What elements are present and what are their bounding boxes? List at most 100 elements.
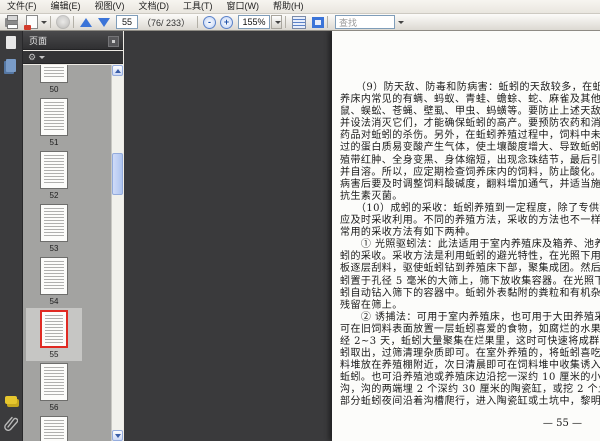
- thumbnail-text-lines: [45, 315, 63, 343]
- page-icon: [6, 36, 16, 49]
- thumbnail-text-lines: [44, 261, 64, 291]
- search-input[interactable]: 查找: [335, 15, 395, 29]
- panel-options-bar: ⚙: [23, 51, 123, 64]
- thumbnail-item[interactable]: 50: [26, 65, 82, 96]
- comments-panel-button[interactable]: [3, 392, 19, 408]
- text-line: 部分蚯蚓夜间沿着沟槽爬行，进入陶瓷缸或土坑中，黎明前: [340, 396, 600, 408]
- pdf-reader-window: 文件(F)编辑(E)视图(V)文档(D)工具(T)窗口(W)帮助(H) 55 （…: [0, 0, 600, 441]
- comments-icon: [5, 396, 17, 404]
- search-options-button[interactable]: [395, 15, 404, 29]
- text-line: （10）成蚓的采收：蚯蚓养殖到一定程度，除了专供繁殖，: [340, 203, 600, 215]
- next-page-icon: [98, 18, 110, 27]
- page-number-input[interactable]: 55: [116, 15, 138, 29]
- text-line: 蚓取出，过筛清理杂质即可。在室外养殖的，将蚯蚓喜吃的饲: [340, 348, 600, 360]
- pages-panel-header: 页面: [23, 31, 123, 50]
- zoom-level-input[interactable]: 155%: [238, 15, 270, 29]
- text-line: 残留在筛上。: [340, 300, 600, 312]
- text-line: 蚓置于孔径 5 毫米的大筛上，筛下放收集容器。在光照下，蚯: [340, 276, 600, 288]
- text-line: 鼠、蜈蚣、苍蝇、壁虱、甲虫、蚂蟥等。要防止上述天敌的侵袭，: [340, 106, 600, 118]
- gear-icon[interactable]: ⚙: [28, 53, 36, 62]
- chevron-down-icon: [39, 56, 45, 59]
- navigation-icon-strip: [0, 31, 23, 441]
- thumbnail-text-lines: [44, 367, 64, 397]
- page-text: （9）防天敌、防毒和防病害：蚯蚓的天敌较多，在蚯蚓饲养床内常见的有螨、蚂蚁、青蛙…: [332, 31, 600, 409]
- pages-panel-title: 页面: [29, 34, 47, 47]
- thumbnail-item[interactable]: 53: [26, 202, 82, 255]
- thumbnail-label: 50: [50, 85, 59, 94]
- toolbar-divider: [197, 16, 198, 28]
- scroll-up-button[interactable]: [112, 65, 123, 76]
- document-view[interactable]: （9）防天敌、防毒和防病害：蚯蚓的天敌较多，在蚯蚓饲养床内常见的有螨、蚂蚁、青蛙…: [124, 31, 600, 441]
- text-line: 过的蛋白质易变酸产生气体，使土壤酸度增大、导致蚯蚓的生: [340, 142, 600, 154]
- thumbnail-page-preview: [40, 98, 68, 136]
- text-line: 养床内常见的有螨、蚂蚁、青蛙、蟾蜍、蛇、麻雀及其他鸟类、: [340, 94, 600, 106]
- document-page: （9）防天敌、防毒和防病害：蚯蚓的天敌较多，在蚯蚓饲养床内常见的有螨、蚂蚁、青蛙…: [332, 31, 600, 441]
- thumbnail-text-lines: [44, 155, 64, 185]
- thumbnail-label: 52: [50, 191, 59, 200]
- scroll-down-icon: [115, 434, 121, 438]
- menu-item-4[interactable]: 工具(T): [176, 0, 220, 13]
- text-line: 料堆放在养殖棚附近，次日清晨即可在饲料堆中收集诱入的: [340, 360, 600, 372]
- thumbnail-item[interactable]: 52: [26, 149, 82, 202]
- print-icon: [5, 18, 18, 27]
- text-line: 蚓的采收。采收方法是利用蚯蚓的避光特性，在光照下用刮: [340, 251, 600, 263]
- chevron-down-icon: [275, 21, 281, 24]
- thumbnail-item[interactable]: 56: [26, 361, 82, 414]
- text-line: 板逐层刮料，驱使蚯蚓钻到养殖床下部，聚集成团。然后把蚯: [340, 263, 600, 275]
- text-line: ① 光照驱蚓法：此法适用于室内养殖床及箱养、池养蚯: [340, 239, 600, 251]
- fit-width-icon[interactable]: [292, 16, 306, 29]
- page-panel-button[interactable]: [3, 34, 19, 50]
- thumbnail-page-preview: [40, 65, 68, 83]
- text-line: 蚓自动钻入筛下的容器中。蚯蚓外表黏附的粪粒和有机杂物: [340, 288, 600, 300]
- thumbnail-page-preview: [40, 416, 68, 441]
- toolbar: 55 （76/ 233） - + 155% 查找: [0, 14, 600, 31]
- zoom-dropdown-button[interactable]: [271, 15, 282, 29]
- toolbar-divider: [327, 16, 328, 28]
- menu-item-2[interactable]: 视图(V): [88, 0, 132, 13]
- thumbnail-text-lines: [44, 65, 64, 79]
- previous-page-button[interactable]: [77, 15, 95, 29]
- attachments-panel-button[interactable]: [3, 415, 19, 431]
- zoom-out-button[interactable]: -: [203, 16, 216, 29]
- pages-panel: 页面 ⚙ 50 51 52 53 54 55 56 57: [23, 31, 123, 441]
- thumbnail-label: 53: [50, 244, 59, 253]
- next-page-button[interactable]: [95, 15, 113, 29]
- menu-item-5[interactable]: 窗口(W): [220, 0, 267, 13]
- text-line: 殖带红肿、全身变黑、身体缩短，出现念珠结节，最后引起死亡: [340, 155, 600, 167]
- thumbnail-item[interactable]: 54: [26, 255, 82, 308]
- text-line: 药品对蚯蚓的杀伤。另外，在蚯蚓养殖过程中，饲料中未发酵: [340, 130, 600, 142]
- pages-thumbnails-button[interactable]: [3, 57, 19, 73]
- thumbnail-text-lines: [44, 102, 64, 132]
- scrollbar-thumb[interactable]: [112, 153, 123, 195]
- text-line: 抗生素灭菌。: [340, 191, 600, 203]
- thumbnail-label: 56: [50, 403, 59, 412]
- menu-item-0[interactable]: 文件(F): [0, 0, 44, 13]
- toolbar-divider: [285, 16, 286, 28]
- text-line: 常用的采收方法有如下两种。: [340, 227, 600, 239]
- zoom-in-button[interactable]: +: [220, 16, 233, 29]
- thumbnail-item[interactable]: 51: [26, 96, 82, 149]
- thumbnail-page-preview: [40, 204, 68, 242]
- email-export-button[interactable]: [20, 15, 47, 29]
- thumbnail-item[interactable]: 57: [26, 414, 82, 441]
- thumbnail-page-preview: [40, 151, 68, 189]
- thumbnail-list: 50 51 52 53 54 55 56 57: [23, 65, 123, 441]
- text-line: （9）防天敌、防毒和防病害：蚯蚓的天敌较多，在蚯蚓饲: [340, 82, 600, 94]
- fullscreen-icon[interactable]: [312, 17, 324, 28]
- menu-item-1[interactable]: 编辑(E): [44, 0, 88, 13]
- text-line: 蚯蚓。也可沿养殖池或养殖床边沿挖一深约 10 厘米的小: [340, 372, 600, 384]
- menu-item-3[interactable]: 文档(D): [132, 0, 177, 13]
- panel-scrollbar[interactable]: [111, 65, 123, 441]
- thumbnail-page-preview: [40, 310, 68, 348]
- pages-icon: [6, 59, 16, 72]
- thumbnail-item[interactable]: 55: [26, 308, 82, 361]
- email-export-icon: [26, 15, 38, 29]
- thumbnail-label: 54: [50, 297, 59, 306]
- scroll-down-button[interactable]: [112, 430, 123, 441]
- paperclip-icon: [4, 415, 18, 431]
- panel-collapse-button[interactable]: [108, 36, 119, 47]
- scroll-up-icon: [115, 69, 121, 73]
- menu-item-6[interactable]: 帮助(H): [266, 0, 311, 13]
- page-count-label: （76/ 233）: [142, 16, 190, 29]
- print-button[interactable]: [0, 15, 20, 29]
